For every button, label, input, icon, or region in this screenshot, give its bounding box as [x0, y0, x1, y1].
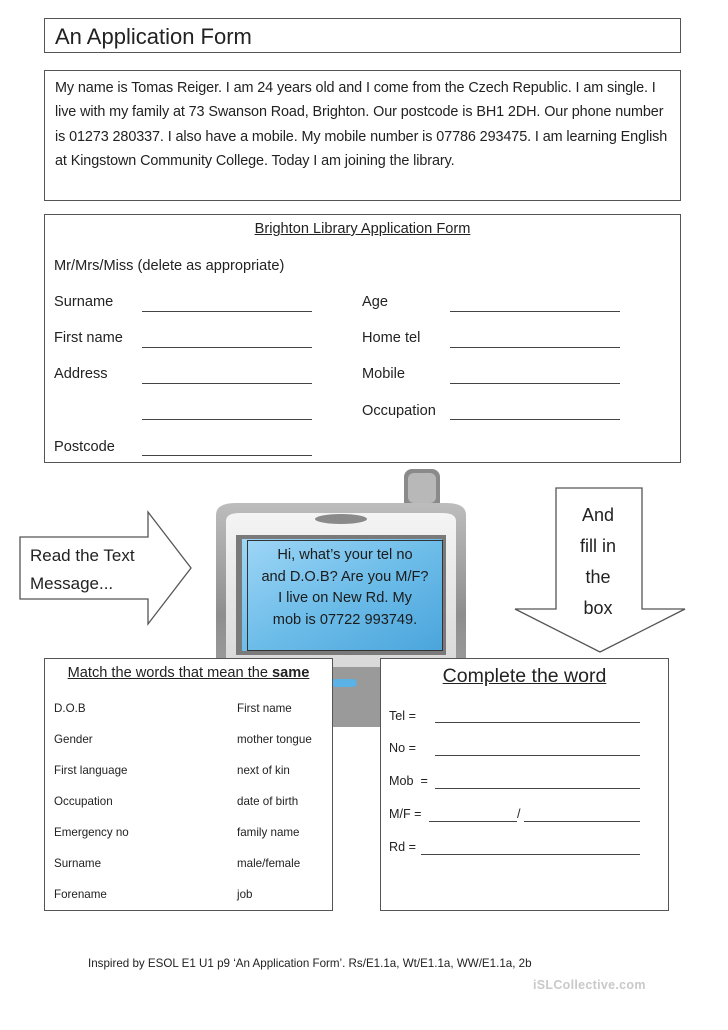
match-term-right[interactable]: male/female [237, 857, 300, 870]
match-term-right[interactable]: date of birth [237, 795, 298, 808]
instruction-line: And [581, 505, 615, 525]
watermark: iSLCollective.com [533, 978, 646, 992]
mob-label: Mob = [389, 774, 428, 788]
form-title: Brighton Library Application Form [254, 221, 471, 237]
tel-answer-field[interactable] [435, 722, 640, 723]
first-name-field[interactable] [142, 347, 312, 348]
age-field[interactable] [450, 311, 620, 312]
match-term-left[interactable]: Emergency no [54, 826, 129, 839]
page-title: An Application Form [55, 24, 252, 49]
complete-word-box: Complete the word Tel = No = Mob = M/F =… [380, 658, 669, 911]
occupation-field[interactable] [450, 419, 620, 420]
address-field-line-1[interactable] [142, 383, 312, 384]
match-title-text: Match the words that mean the [67, 665, 273, 681]
match-term-left[interactable]: First language [54, 764, 127, 777]
message-line: mob is 07722 993749. [272, 611, 418, 628]
match-term-left[interactable]: Gender [54, 733, 93, 746]
no-answer-field[interactable] [435, 755, 640, 756]
match-term-right[interactable]: family name [237, 826, 300, 839]
instruction-line: box [583, 598, 613, 618]
address-label: Address [54, 366, 108, 382]
no-label: No = [389, 741, 416, 755]
text-message: Hi, what’s your tel no and D.O.B? Are yo… [247, 540, 443, 651]
surname-label: Surname [54, 294, 114, 310]
mobile-label: Mobile [362, 366, 405, 382]
first-name-label: First name [54, 330, 123, 346]
library-application-form: Brighton Library Application Form Mr/Mrs… [44, 214, 681, 463]
message-line: Hi, what’s your tel no [277, 547, 413, 563]
match-term-right[interactable]: mother tongue [237, 733, 312, 746]
match-term-left[interactable]: Forename [54, 888, 107, 901]
intro-paragraph: My name is Tomas Reiger. I am 24 years o… [55, 80, 668, 170]
occupation-label: Occupation [362, 403, 436, 419]
match-term-right[interactable]: next of kin [237, 764, 290, 777]
mf-answer-field-1[interactable] [429, 821, 517, 822]
instruction-line: Message... [30, 574, 114, 593]
complete-title: Complete the word [442, 665, 607, 687]
salutation-label: Mr/Mrs/Miss (delete as appropriate) [54, 258, 285, 274]
instruction-line: the [585, 567, 611, 587]
postcode-label: Postcode [54, 439, 115, 455]
instruction-line: Read the Text [30, 546, 135, 565]
match-title: Match the words that mean the same [45, 665, 332, 681]
footer-credit: Inspired by ESOL E1 U1 p9 ‘An Applicatio… [88, 957, 532, 970]
phone-speaker [315, 514, 367, 524]
home-tel-field[interactable] [450, 347, 620, 348]
mf-separator: / [517, 807, 521, 821]
rd-answer-field[interactable] [421, 854, 640, 855]
mf-answer-field-2[interactable] [524, 821, 640, 822]
mf-label: M/F = [389, 807, 422, 821]
instruction-line: fill in [579, 536, 616, 556]
intro-text-box: My name is Tomas Reiger. I am 24 years o… [44, 70, 681, 201]
match-term-right[interactable]: First name [237, 702, 292, 715]
postcode-field[interactable] [142, 455, 312, 456]
mobile-field[interactable] [450, 383, 620, 384]
read-text-instruction: Read the Text Message... [30, 542, 135, 598]
match-term-right[interactable]: job [237, 888, 252, 901]
message-line: I live on New Rd. My [278, 590, 412, 606]
surname-field[interactable] [142, 311, 312, 312]
rd-label: Rd = [389, 840, 416, 854]
address-field-line-2[interactable] [142, 419, 312, 420]
age-label: Age [362, 294, 388, 310]
title-box: An Application Form [44, 18, 681, 53]
match-term-left[interactable]: Occupation [54, 795, 113, 808]
match-words-box: Match the words that mean the same D.O.B… [44, 658, 333, 911]
match-title-bold: same [272, 665, 310, 681]
message-line: and D.O.B? Are you M/F? [261, 568, 429, 585]
home-tel-label: Home tel [362, 330, 421, 346]
fill-box-instruction: And fill in the box [556, 500, 640, 624]
match-term-left[interactable]: D.O.B [54, 702, 86, 715]
phone-button [331, 679, 357, 687]
mob-answer-field[interactable] [435, 788, 640, 789]
tel-label: Tel = [389, 709, 416, 723]
match-term-left[interactable]: Surname [54, 857, 101, 870]
